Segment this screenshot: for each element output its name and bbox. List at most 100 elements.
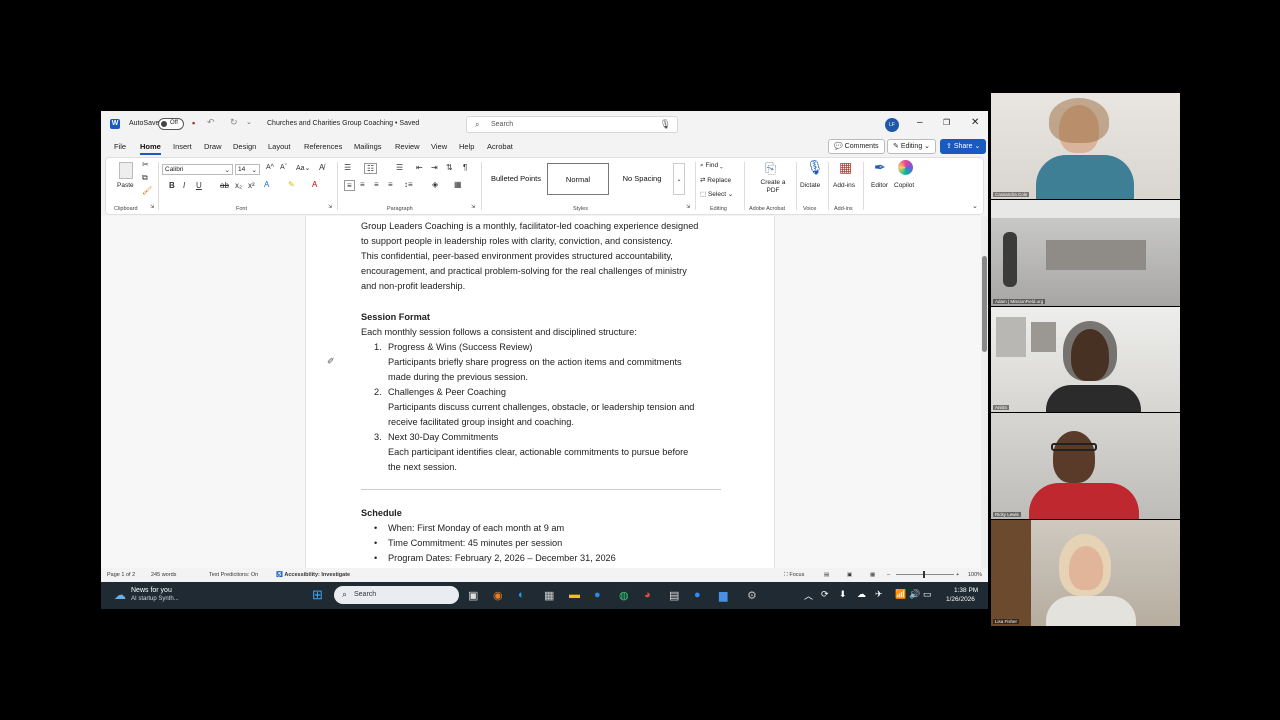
tab-review[interactable]: Review — [395, 142, 420, 151]
page-count[interactable]: Page 1 of 2 — [107, 572, 135, 578]
format-painter-icon[interactable]: 🖌 — [142, 186, 152, 195]
create-pdf-label[interactable]: Create a PDF — [758, 179, 788, 195]
print-layout-icon[interactable]: ▣ — [847, 572, 852, 578]
video-tile[interactable]: Lisa Fisher — [991, 520, 1180, 626]
focus-button[interactable]: ⛶ Focus — [784, 572, 804, 579]
restore-icon[interactable]: ❐ — [943, 118, 950, 127]
font-size-select[interactable]: 14 ⌄ — [235, 164, 260, 175]
avatar[interactable]: LF — [885, 118, 899, 132]
file-explorer-icon[interactable]: ▬ — [569, 589, 580, 601]
word-count[interactable]: 245 words — [151, 572, 176, 578]
replace-button[interactable]: ⇄ Replace — [700, 176, 731, 184]
find-button[interactable]: ⌕ Find ⌄ — [700, 162, 723, 170]
create-pdf-icon[interactable]: ⎘ — [765, 160, 776, 177]
tab-help[interactable]: Help — [459, 142, 474, 151]
bold-icon[interactable]: B — [169, 181, 175, 190]
minimize-icon[interactable]: – — [917, 117, 923, 128]
cut-icon[interactable]: ✂ — [142, 160, 149, 169]
paste-icon[interactable] — [119, 162, 133, 179]
paragraph-launcher-icon[interactable]: ⇲ — [471, 204, 475, 210]
text-effects-icon[interactable]: A — [264, 180, 269, 189]
font-name-select[interactable]: Calibri ⌄ — [162, 164, 233, 175]
volume-icon[interactable]: 🔊 — [909, 589, 920, 600]
editor-label[interactable]: Editor — [871, 182, 888, 189]
zoom-in-icon[interactable]: + — [956, 572, 959, 578]
grow-font-icon[interactable]: A^ — [266, 164, 274, 171]
numbering-icon[interactable]: ☷ — [364, 163, 378, 174]
show-marks-icon[interactable]: ¶ — [463, 163, 467, 172]
save-icon[interactable]: ▪ — [192, 118, 195, 128]
tab-acrobat[interactable]: Acrobat — [487, 142, 513, 151]
share-button[interactable]: ⇪ Share ⌄ — [940, 139, 987, 154]
tab-design[interactable]: Design — [233, 142, 256, 151]
close-icon[interactable]: ✕ — [971, 117, 979, 128]
text-predictions[interactable]: Text Predictions: On — [209, 572, 258, 578]
undo-icon[interactable]: ↶ — [207, 117, 215, 128]
settings-icon[interactable]: ⚙ — [747, 589, 757, 602]
clock-date[interactable]: 1/26/2026 — [946, 596, 975, 603]
style-normal[interactable]: Normal — [547, 163, 609, 195]
redo-icon[interactable]: ↻ — [230, 117, 238, 128]
wifi-icon[interactable]: 📶 — [895, 589, 906, 600]
chevron-up-icon[interactable]: ︿ — [804, 589, 813, 602]
align-center-icon[interactable]: ≡ — [360, 180, 365, 189]
font-launcher-icon[interactable]: ⇲ — [328, 204, 332, 210]
select-button[interactable]: ⬚ Select ⌄ — [700, 190, 733, 198]
battery-icon[interactable]: ▭ — [923, 589, 932, 600]
tab-references[interactable]: References — [304, 142, 342, 151]
zoom-slider-thumb[interactable] — [923, 571, 925, 578]
borders-icon[interactable]: ▦ — [454, 180, 462, 189]
app-icon[interactable]: ◍ — [619, 589, 629, 602]
dictate-label[interactable]: Dictate — [800, 182, 820, 189]
microphone-icon[interactable]: 🎙 — [660, 119, 671, 130]
sort-icon[interactable]: ⇅ — [446, 163, 453, 172]
justify-icon[interactable]: ≡ — [388, 180, 393, 189]
paste-label[interactable]: Paste — [117, 182, 134, 189]
copilot-app-icon[interactable]: ◉ — [493, 589, 503, 602]
tray-icon[interactable]: ⟳ — [821, 589, 829, 600]
taskbar-search[interactable]: ⌕ Search — [334, 586, 459, 604]
app-icon[interactable]: ▤ — [669, 589, 679, 602]
tray-icon[interactable]: ✈ — [875, 589, 883, 600]
line-spacing-icon[interactable]: ↕≡ — [404, 180, 413, 189]
underline-icon[interactable]: U — [196, 181, 202, 190]
zoom-level[interactable]: 100% — [968, 572, 982, 578]
copilot-label[interactable]: Copilot — [894, 182, 914, 189]
comments-button[interactable]: 💬 Comments — [828, 139, 885, 154]
microphone-icon[interactable]: 🎙 — [806, 159, 824, 176]
hp-icon[interactable]: ● — [594, 589, 601, 601]
style-no-spacing[interactable]: No Spacing — [611, 163, 673, 195]
chrome-icon[interactable]: ◕ — [644, 589, 651, 601]
accessibility-status[interactable]: ♿ Accessibility: Investigate — [276, 572, 350, 578]
copy-icon[interactable]: ⧉ — [142, 173, 148, 183]
zoom-app-icon[interactable]: ● — [694, 589, 701, 601]
news-subtitle[interactable]: AI startup Synth... — [131, 596, 179, 602]
addins-icon[interactable]: ▦ — [839, 159, 852, 176]
zoom-slider[interactable] — [896, 574, 954, 575]
web-layout-icon[interactable]: ▦ — [870, 572, 875, 578]
clock-time[interactable]: 1:38 PM — [954, 587, 978, 594]
subscript-icon[interactable]: x₂ — [235, 181, 242, 190]
news-title[interactable]: News for you — [131, 587, 172, 594]
clear-formatting-icon[interactable]: A̸ — [319, 163, 324, 172]
bullets-icon[interactable]: ☰ — [344, 163, 351, 172]
start-icon[interactable]: ⊞ — [312, 587, 323, 603]
decrease-indent-icon[interactable]: ⇤ — [416, 163, 423, 172]
tab-layout[interactable]: Layout — [268, 142, 291, 151]
video-tile[interactable]: Ricky Lewis — [991, 413, 1180, 519]
autosave-toggle[interactable]: Off — [158, 118, 184, 130]
clipboard-launcher-icon[interactable]: ⇲ — [150, 204, 154, 210]
tray-icon[interactable]: ☁ — [857, 589, 866, 600]
superscript-icon[interactable]: x² — [248, 181, 255, 190]
increase-indent-icon[interactable]: ⇥ — [431, 163, 438, 172]
shrink-font-icon[interactable]: Aˇ — [280, 164, 287, 171]
customize-icon[interactable]: ⌄ — [246, 118, 252, 126]
tray-icon[interactable]: ⬇ — [839, 589, 847, 600]
video-tile[interactable]: Anitra — [991, 307, 1180, 412]
weather-icon[interactable]: ☁ — [114, 588, 126, 602]
tab-file[interactable]: File — [114, 142, 126, 151]
store-icon[interactable]: ▦ — [544, 589, 554, 602]
style-bulleted-points[interactable]: Bulleted Points — [486, 163, 546, 195]
editor-icon[interactable]: ✒ — [874, 159, 886, 176]
multilevel-list-icon[interactable]: ☰ — [396, 163, 403, 172]
